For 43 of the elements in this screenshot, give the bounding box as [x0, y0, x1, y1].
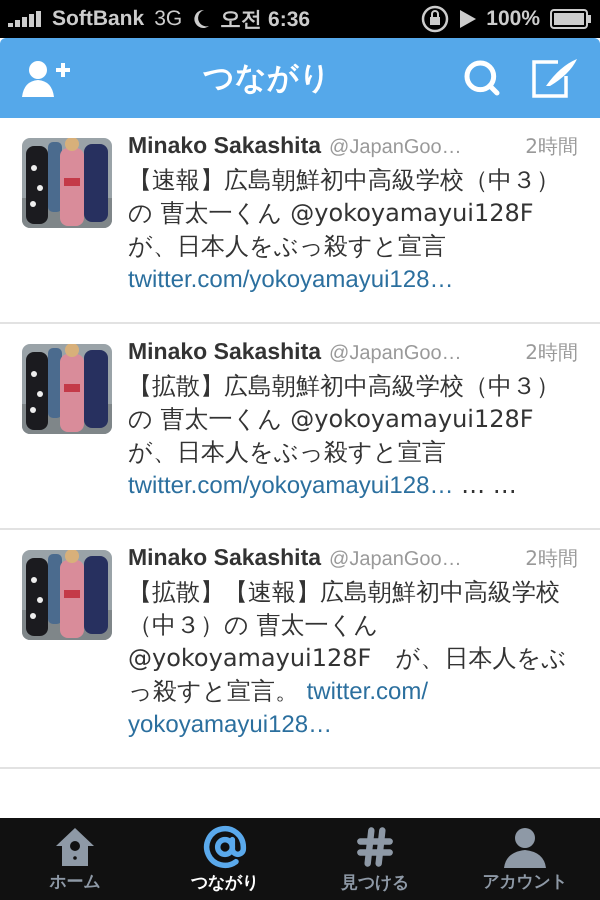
screen-title: つながり: [202, 59, 332, 98]
search-icon[interactable]: [462, 58, 502, 98]
tweet-time: 2時間: [525, 545, 578, 572]
network-type: 3G: [154, 7, 182, 31]
rotation-lock-icon: [420, 4, 450, 34]
tweet-link[interactable]: yokoyamayui128…: [128, 711, 332, 738]
play-icon: [460, 10, 476, 28]
clock-time: 오전 6:36: [220, 7, 310, 33]
user-handle: @JapanGoo…: [329, 342, 463, 365]
birdhouse-icon: [54, 826, 96, 868]
moon-icon: [192, 9, 210, 29]
tweet-row[interactable]: Minako Sakashita @JapanGoo… 2時間 【拡散】【速報】広島朝鮮初中高級学校（中３）の 曺太一くん @yokoyamayui128F が、日本人をぶっ殺すと宣言。 twitter.com/ yokoyamayui128…: [0, 530, 600, 769]
tweet-text: 【速報】広島朝鮮初中高級学校（中３）の 曺太一くん @yokoyamayui128F が、日本人をぶっ殺すと宣言 twitter.com/yokoyamayui128…: [128, 165, 561, 295]
user-name: Minako Sakashita: [128, 132, 322, 159]
user-handle: @JapanGoo…: [329, 136, 463, 159]
tab-label: 見つける: [341, 872, 409, 894]
user-name: Minako Sakashita: [128, 544, 322, 571]
signal-icon: [8, 11, 42, 27]
tweet-row[interactable]: Minako Sakashita @JapanGoo… 2時間 【拡散】広島朝鮮初中高級学校（中３）の 曺太一くん @yokoyamayui128F が、日本人をぶっ殺すと宣言 twitter.com/yokoyamayui128… … …: [0, 324, 600, 530]
tab-item[interactable]: アカウント: [450, 818, 600, 900]
tweet-row[interactable]: Minako Sakashita @JapanGoo… 2時間 【速報】広島朝鮮初中高級学校（中３）の 曺太一くん @yokoyamayui128F が、日本人をぶっ殺すと宣言 twitter.com/yokoyamayui128…: [0, 118, 600, 324]
tab-item[interactable]: ホーム: [0, 818, 150, 900]
tweet-time: 2時間: [525, 339, 578, 366]
tab-label: つながり: [191, 872, 259, 894]
add-user-icon[interactable]: [22, 59, 72, 97]
compose-icon[interactable]: [532, 58, 578, 98]
tab-item[interactable]: つながり: [150, 818, 300, 900]
tweet-link[interactable]: twitter.com/yokoyamayui128…: [128, 266, 454, 293]
tweet-link[interactable]: twitter.com/yokoyamayui128…: [128, 472, 454, 499]
tab-label: ホーム: [50, 870, 100, 892]
tweet-time: 2時間: [525, 133, 578, 160]
carrier-name: SoftBank: [52, 7, 144, 31]
tweet-text: 【拡散】【速報】広島朝鮮初中高級学校（中３）の 曺太一くん @yokoyamayui128F が、日本人をぶっ殺すと宣言。 twitter.com/ yokoyamayui128…: [128, 577, 568, 740]
tweet-link[interactable]: twitter.com/: [306, 678, 428, 705]
person-icon: [502, 826, 548, 868]
at-sign-icon: [203, 824, 247, 868]
user-handle: @JapanGoo…: [329, 548, 463, 571]
battery-icon: [550, 9, 592, 29]
tab-item[interactable]: 見つける: [300, 818, 450, 900]
tab-label: アカウント: [482, 870, 568, 892]
battery-percent: 100%: [486, 7, 540, 31]
user-name: Minako Sakashita: [128, 338, 322, 365]
tweet-text: 【拡散】広島朝鮮初中高級学校（中３）の 曺太一くん @yokoyamayui128F が、日本人をぶっ殺すと宣言 twitter.com/yokoyamayui128… … …: [128, 371, 561, 501]
